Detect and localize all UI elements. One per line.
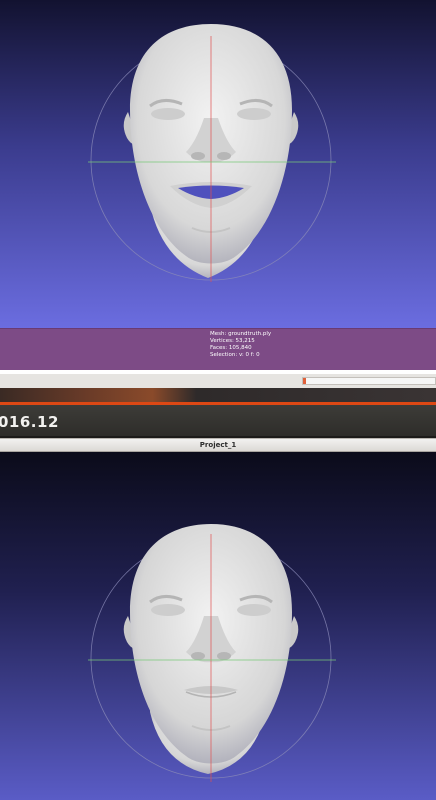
status-bar — [0, 374, 436, 389]
mesh-info-panel: Mesh: groundtruth.ply Vertices: 53,215 F… — [0, 328, 436, 372]
face-count: Faces: 105,840 — [210, 345, 252, 351]
project-tab-bar[interactable]: Project_1 — [0, 438, 436, 452]
window-titlebar[interactable]: 016.12 — [0, 405, 436, 438]
viewport-top-canvas[interactable] — [0, 0, 436, 328]
progress-fill — [303, 378, 306, 384]
vertex-count: Vertices: 53,215 — [210, 338, 255, 344]
viewport-top[interactable] — [0, 0, 436, 328]
viewport-bottom[interactable] — [0, 452, 436, 800]
selection-info: Selection: v: 0 f: 0 — [210, 352, 260, 358]
desktop-wallpaper-strip — [0, 388, 436, 405]
tab-project[interactable]: Project_1 — [0, 441, 436, 449]
viewport-bottom-canvas[interactable] — [0, 452, 436, 800]
mesh-name: Mesh: groundtruth.ply — [210, 331, 272, 337]
window-title: 016.12 — [0, 413, 59, 431]
progress-bar — [302, 377, 436, 385]
